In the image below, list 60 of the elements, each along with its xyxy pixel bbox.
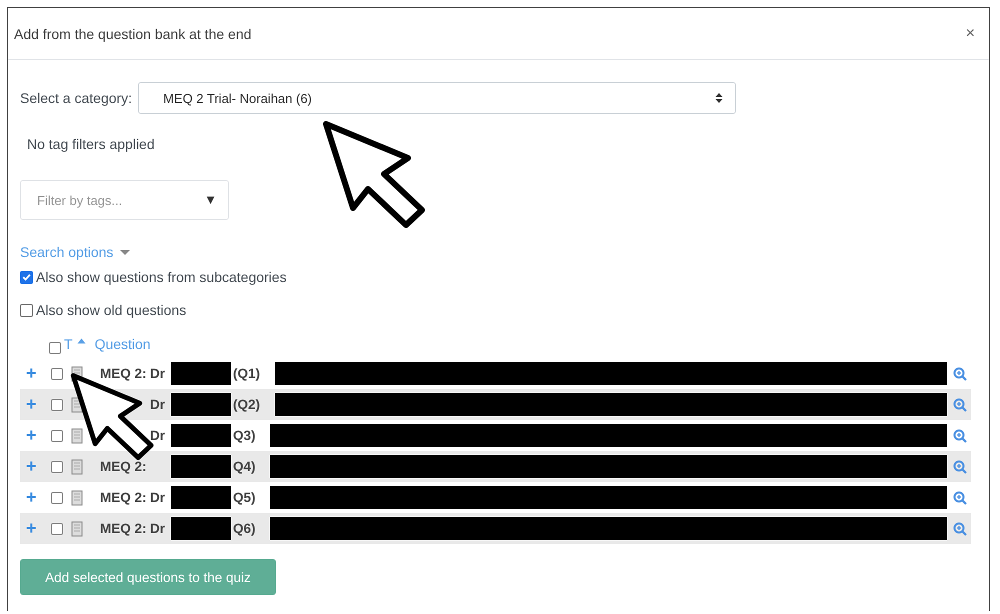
question-name: MEQ 2:: [100, 521, 147, 536]
checkbox[interactable]: [20, 304, 33, 316]
redaction-block: [171, 486, 231, 509]
row-checkbox[interactable]: [51, 460, 63, 472]
dialog-title: Add from the question bank at the end: [14, 26, 252, 42]
preview-zoom-icon[interactable]: [953, 398, 967, 412]
question-number: (Q1): [233, 366, 261, 381]
category-label: Select a category:: [20, 90, 132, 106]
add-question-button[interactable]: +: [26, 456, 44, 477]
option-label: Also show old questions: [36, 302, 186, 318]
preview-zoom-icon[interactable]: [953, 366, 967, 380]
column-header[interactable]: Question: [94, 336, 151, 352]
document-icon: [71, 490, 83, 506]
question-name: Dr: [150, 521, 166, 536]
add-question-button[interactable]: +: [26, 363, 44, 384]
add-selected-button[interactable]: Add selected questions to the quiz: [20, 559, 276, 595]
question-number: Q4): [233, 459, 257, 474]
question-name: Dr: [150, 490, 166, 505]
question-name: Dr: [150, 366, 166, 381]
arrow-cursor-icon: [322, 120, 428, 230]
preview-zoom-icon[interactable]: [953, 428, 967, 442]
category-select[interactable]: MEQ 2 Trial- Noraihan (6): [138, 82, 736, 114]
select-all-checkbox[interactable]: [49, 342, 61, 354]
question-number: Q3): [233, 428, 257, 443]
question-name: Dr: [150, 428, 166, 443]
preview-zoom-icon[interactable]: [953, 460, 967, 474]
row-checkbox[interactable]: [51, 430, 63, 442]
checkbox[interactable]: [20, 270, 33, 284]
question-name: MEQ 2:: [100, 490, 147, 505]
add-question-button[interactable]: +: [26, 487, 44, 508]
add-question-button[interactable]: +: [26, 394, 44, 415]
search-options-link[interactable]: Search options: [20, 244, 114, 260]
document-icon: [71, 520, 83, 536]
row-checkbox[interactable]: [51, 398, 63, 410]
close-button[interactable]: ×: [962, 24, 979, 42]
question-name: Dr: [150, 397, 166, 412]
redaction-block: [171, 362, 231, 385]
row-checkbox[interactable]: [51, 368, 63, 380]
question-number: Q5): [233, 490, 257, 505]
document-icon: [71, 428, 83, 444]
row-checkbox[interactable]: [51, 522, 63, 534]
preview-zoom-icon[interactable]: [953, 490, 967, 504]
redaction-block: [171, 455, 231, 478]
document-icon: [71, 458, 83, 474]
caret-icon: ▼: [204, 192, 217, 207]
question-number: Q6): [233, 521, 257, 536]
redaction-block: [171, 424, 231, 447]
sort-arrows-icon: [715, 92, 724, 104]
question-name: MEQ 2:: [100, 459, 147, 474]
question-number: (Q2): [233, 397, 261, 412]
preview-zoom-icon[interactable]: [953, 522, 967, 536]
column-header[interactable]: T: [64, 336, 73, 352]
row-checkbox[interactable]: [51, 492, 63, 504]
question-name: MEQ 2:: [100, 366, 147, 381]
option-label: Also show questions from subcategories: [36, 269, 287, 285]
tag-status-text: No tag filters applied: [27, 136, 156, 152]
redaction-block: [171, 517, 231, 540]
redaction-block: [171, 393, 231, 416]
add-question-button[interactable]: +: [26, 518, 44, 539]
add-question-button[interactable]: +: [26, 425, 44, 446]
